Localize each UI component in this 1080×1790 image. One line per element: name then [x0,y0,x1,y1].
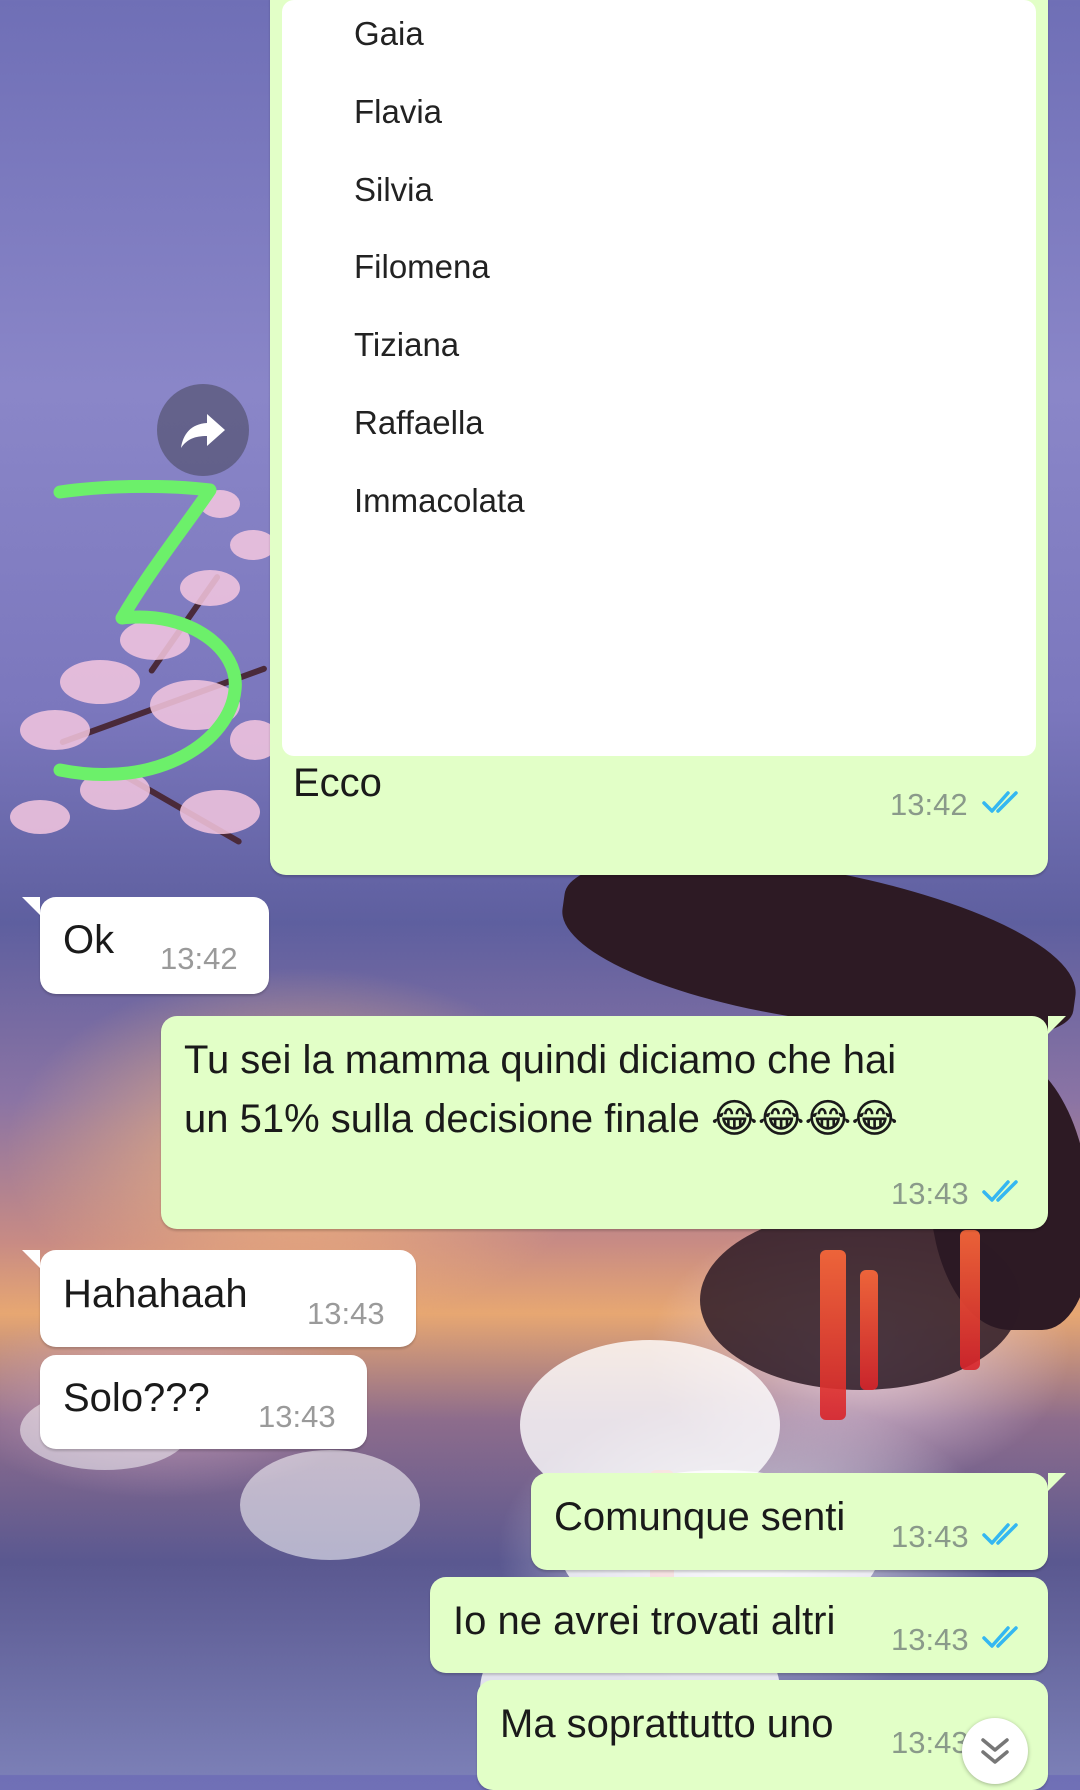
message-text: Solo??? [63,1376,210,1420]
message-time: 13:43 [258,1399,336,1434]
list-item: Gaia [354,15,424,52]
message-text: Ok [63,918,115,962]
message-text-line: un 51% sulla decisione finale 😂😂😂😂 [184,1096,898,1142]
message-time: 13:43 [891,1176,969,1211]
handwritten-number-annotation [53,480,242,781]
list-item: Filomena [354,248,490,286]
list-item: Silvia [354,170,433,208]
bubble-tail [22,1250,40,1268]
list-item: Flavia [354,92,443,130]
list-item: Raffaella [354,403,484,441]
forward-button[interactable] [157,384,249,476]
double-check-icon [982,1626,1018,1648]
scroll-to-bottom-button[interactable] [962,1718,1028,1784]
laughing-emoji-icon: 😂😂😂😂 [711,1096,898,1142]
list-item: Immacolata [354,481,525,519]
outgoing-message-bubble[interactable]: Ma soprattutto uno 13:43 [477,1680,1048,1790]
message-time: 13:43 [307,1296,385,1331]
name-list: Gaia Flavia Silvia Filomena Tiziana Raff… [354,14,525,559]
document-preview[interactable]: Gaia Flavia Silvia Filomena Tiziana Raff… [282,0,1036,756]
outgoing-message-bubble[interactable]: Tu sei la mamma quindi diciamo che hai u… [161,1016,1048,1229]
double-check-icon [982,1180,1018,1202]
incoming-message-bubble[interactable]: Solo??? 13:43 [40,1355,367,1449]
message-text: Io ne avrei trovati altri [453,1599,836,1643]
chevron-double-down-icon [981,1738,1009,1764]
double-check-icon [982,1523,1018,1545]
outgoing-message-bubble[interactable]: Comunque senti 13:43 [531,1473,1048,1570]
bubble-tail [22,897,40,915]
document-caption: Ecco [293,761,382,805]
message-text: Hahahaah [63,1272,248,1316]
list-item: Tiziana [354,326,460,364]
double-check-icon [982,791,1018,813]
message-text: Ma soprattutto uno [500,1702,834,1746]
forward-arrow-icon [181,414,225,448]
document-message-bubble[interactable]: Gaia Flavia Silvia Filomena Tiziana Raff… [270,0,1048,875]
message-text-line: Tu sei la mamma quindi diciamo che hai [184,1038,897,1082]
outgoing-message-bubble[interactable]: Io ne avrei trovati altri 13:43 [430,1577,1048,1673]
bubble-tail [1048,1016,1066,1034]
message-time: 13:42 [890,787,968,822]
message-time: 13:43 [891,1725,969,1760]
message-time: 13:42 [160,941,238,976]
message-text: Comunque senti [554,1495,846,1539]
incoming-message-bubble[interactable]: Ok 13:42 [40,897,269,994]
background-cherry-tree [0,470,300,890]
message-time: 13:43 [891,1519,969,1554]
message-time: 13:43 [891,1622,969,1657]
bubble-tail [1048,1473,1066,1491]
incoming-message-bubble[interactable]: Hahahaah 13:43 [40,1250,416,1347]
